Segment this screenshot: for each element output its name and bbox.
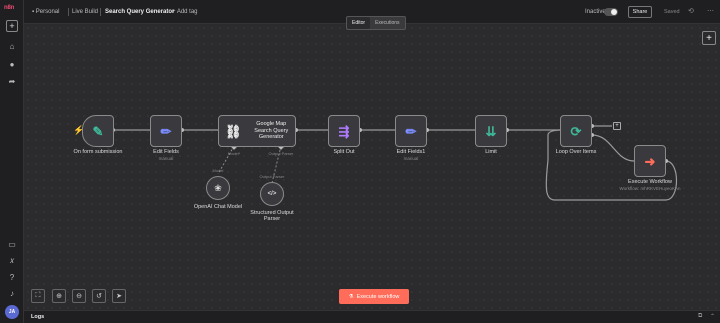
node-edit-fields-1[interactable]: ✏: [395, 115, 427, 147]
undo-button[interactable]: ↺: [92, 289, 106, 303]
link-icon: ⛓: [225, 123, 242, 139]
execute-workflow-button[interactable]: ⚗ Execute workflow: [339, 289, 409, 304]
port-label-model: Model*: [227, 151, 241, 156]
code-icon: </>: [267, 191, 277, 197]
node-subtitle: Workflow: mhRKVEHuyeoKAn: [619, 186, 681, 191]
node-title: Loop Over Items: [555, 149, 597, 155]
bell-icon[interactable]: ♪: [6, 287, 18, 299]
node-form-submission[interactable]: ✎: [82, 115, 114, 147]
node-title: Limit: [485, 149, 497, 155]
tab-executions[interactable]: Executions: [370, 17, 404, 29]
execute-workflow-label: Execute workflow: [356, 293, 400, 300]
node-title: On form submission: [73, 149, 123, 155]
fit-view-button[interactable]: ⛶: [31, 289, 45, 303]
add-tag-link[interactable]: + Add tag: [172, 9, 198, 15]
form-icon: ✎: [92, 123, 104, 139]
limit-icon: ⇊: [485, 123, 497, 139]
select-tool-button[interactable]: ➤: [112, 289, 126, 303]
node-subtitle: manual: [403, 156, 419, 161]
node-subtitle: manual: [158, 156, 174, 161]
node-title: Execute Workflow: [628, 179, 672, 185]
folder-breadcrumb[interactable]: Live Build: [72, 9, 98, 15]
history-icon[interactable]: ⟲: [688, 7, 694, 15]
pencil-icon: ✏: [160, 123, 172, 139]
execute-icon: ➜: [644, 153, 656, 169]
node-title: Structured Output Parser: [250, 210, 294, 222]
sidebar: n8n + ⌂ ● ➦ ▭ 𝑥 ? ♪ JA: [0, 0, 24, 323]
node-limit[interactable]: ⇊: [475, 115, 507, 147]
n8n-logo: n8n: [4, 5, 15, 11]
saved-indicator: Saved: [664, 9, 680, 15]
node-execute-workflow[interactable]: ➜: [634, 145, 666, 177]
help-icon[interactable]: ?: [6, 271, 18, 283]
node-title: Google Map Search Query Generator: [254, 121, 289, 141]
workflow-title[interactable]: Search Query Generator: [105, 9, 174, 15]
node-loop-over-items[interactable]: ⟳: [560, 115, 592, 147]
avatar[interactable]: JA: [5, 305, 19, 319]
zoom-in-button[interactable]: ⊕: [52, 289, 66, 303]
sub-port-label: Output Parser: [259, 174, 285, 179]
variables-icon[interactable]: 𝑥: [6, 255, 18, 267]
user-icon[interactable]: ●: [6, 58, 18, 70]
node-structured-output-parser[interactable]: </>: [260, 182, 284, 206]
pencil-icon: ✏: [405, 123, 417, 139]
app-window: n8n + ⌂ ● ➦ ▭ 𝑥 ? ♪ JA ▪ Personal Live B…: [0, 0, 720, 323]
port-label-parser: Output Parser: [268, 151, 294, 156]
add-node-button[interactable]: +: [702, 31, 716, 45]
chevron-up-icon[interactable]: ⌃: [710, 313, 715, 320]
openai-icon: ❀: [214, 182, 222, 193]
workflow-canvas[interactable]: [24, 24, 720, 310]
node-openai-chat-model[interactable]: ❀: [206, 176, 230, 200]
loop-icon: ⟳: [570, 123, 582, 139]
zoom-out-button[interactable]: ⊖: [72, 289, 86, 303]
more-options-icon[interactable]: ⋯: [707, 7, 714, 15]
split-icon: ⇶: [338, 123, 350, 139]
box-icon[interactable]: ▭: [6, 238, 18, 250]
create-button[interactable]: +: [6, 20, 18, 32]
logs-panel-bar[interactable]: Logs ⧉ ⌃: [24, 310, 720, 323]
flask-icon: ⚗: [348, 293, 354, 300]
logs-label: Logs: [31, 314, 45, 320]
active-status-label: Inactive: [585, 9, 606, 15]
project-breadcrumb[interactable]: ▪ Personal: [32, 9, 59, 15]
add-node-after-button[interactable]: +: [613, 122, 621, 130]
share-icon[interactable]: ➦: [6, 75, 18, 87]
active-toggle[interactable]: [604, 8, 618, 16]
node-title: OpenAI Chat Model: [193, 204, 243, 210]
pop-out-icon[interactable]: ⧉: [698, 313, 702, 320]
home-icon[interactable]: ⌂: [6, 40, 18, 52]
node-title: Split Out: [333, 149, 355, 155]
tab-editor[interactable]: Editor: [347, 17, 371, 29]
node-edit-fields[interactable]: ✏: [150, 115, 182, 147]
node-gmap-query-generator[interactable]: ⛓ Google Map Search Query Generator: [218, 115, 296, 147]
node-title: Edit Fields: [153, 149, 179, 155]
share-button[interactable]: Share: [628, 6, 652, 18]
sub-port-label: Model: [212, 168, 224, 173]
node-split-out[interactable]: ⇶: [328, 115, 360, 147]
editor-tabs: Editor Executions: [346, 16, 406, 30]
node-title: Edit Fields1: [396, 149, 426, 155]
